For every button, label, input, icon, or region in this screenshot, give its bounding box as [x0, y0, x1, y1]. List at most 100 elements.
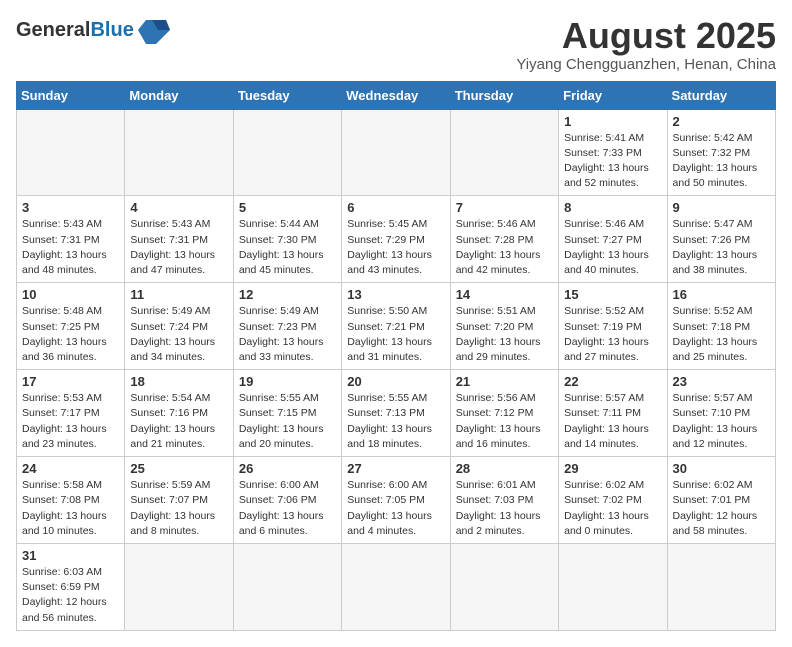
day-number: 17 [22, 374, 119, 389]
calendar-cell-24: 20Sunrise: 5:55 AM Sunset: 7:13 PM Dayli… [342, 370, 450, 457]
day-number: 4 [130, 200, 227, 215]
calendar-cell-41 [667, 543, 775, 630]
day-info: Sunrise: 5:43 AM Sunset: 7:31 PM Dayligh… [130, 217, 227, 278]
day-number: 16 [673, 287, 770, 302]
day-number: 23 [673, 374, 770, 389]
day-number: 5 [239, 200, 336, 215]
calendar-row-1: 3Sunrise: 5:43 AM Sunset: 7:31 PM Daylig… [17, 196, 776, 283]
calendar-cell-8: 4 Sunrise: 5:43 AM Sunset: 7:31 PM Daylig… [125, 196, 233, 283]
day-number: 7 [456, 200, 553, 215]
logo: GeneralBlue [16, 16, 170, 44]
day-number: 9 [673, 200, 770, 215]
day-info: Sunrise: 5:50 AM Sunset: 7:21 PM Dayligh… [347, 304, 444, 365]
calendar-cell-16: 12 Sunrise: 5:49 AM Sunset: 7:23 PM Dayli… [233, 283, 341, 370]
day-info: Sunrise: 5:52 AM Sunset: 7:18 PM Dayligh… [673, 304, 770, 365]
day-number: 26 [239, 461, 336, 476]
day-info: Sunrise: 5:53 AM Sunset: 7:17 PM Dayligh… [22, 391, 119, 452]
day-info: Sunrise: 5:48 AM Sunset: 7:25 PM Dayligh… [22, 304, 119, 365]
calendar-cell-0 [17, 109, 125, 196]
calendar-cell-6: 2 Sunrise: 5:42 AM Sunset: 7:32 PM Daylig… [667, 109, 775, 196]
day-info: Sunrise: 6:00 AM Sunset: 7:05 PM Dayligh… [347, 478, 444, 539]
day-number: 21 [456, 374, 553, 389]
calendar-cell-1 [125, 109, 233, 196]
day-info: Sunrise: 5:52 AM Sunset: 7:19 PM Dayligh… [564, 304, 661, 365]
day-number: 12 [239, 287, 336, 302]
day-number: 2 [673, 114, 770, 129]
day-info: Sunrise: 5:46 AM Sunset: 7:28 PM Dayligh… [456, 217, 553, 278]
weekday-header-thursday: Thursday [450, 81, 558, 109]
day-info: Sunrise: 5:49 AM Sunset: 7:24 PM Dayligh… [130, 304, 227, 365]
calendar-cell-34: 30 Sunrise: 6:02 AM Sunset: 7:01 PM Dayli… [667, 457, 775, 544]
title-block: August 2025 Yiyang Chengguanzhen, Henan,… [516, 16, 776, 73]
day-info: Sunrise: 5:55 AM Sunset: 7:13 PM Dayligh… [347, 391, 444, 452]
calendar-cell-30: 26 Sunrise: 6:00 AM Sunset: 7:06 PM Dayli… [233, 457, 341, 544]
calendar-cell-13: 9 Sunrise: 5:47 AM Sunset: 7:26 PM Daylig… [667, 196, 775, 283]
calendar-cell-22: 18 Sunrise: 5:54 AM Sunset: 7:16 PM Dayli… [125, 370, 233, 457]
calendar-row-5: 31 Sunrise: 6:03 AM Sunset: 6:59 PM Dayli… [17, 543, 776, 630]
calendar-cell-26: 22Sunrise: 5:57 AM Sunset: 7:11 PM Dayli… [559, 370, 667, 457]
day-info: Sunrise: 5:57 AM Sunset: 7:10 PM Dayligh… [673, 391, 770, 452]
calendar-row-4: 24Sunrise: 5:58 AM Sunset: 7:08 PM Dayli… [17, 457, 776, 544]
calendar-cell-36 [125, 543, 233, 630]
day-info: Sunrise: 6:00 AM Sunset: 7:06 PM Dayligh… [239, 478, 336, 539]
weekday-header-wednesday: Wednesday [342, 81, 450, 109]
day-info: Sunrise: 5:45 AM Sunset: 7:29 PM Dayligh… [347, 217, 444, 278]
day-info: Sunrise: 6:02 AM Sunset: 7:01 PM Dayligh… [673, 478, 770, 539]
calendar-cell-25: 21 Sunrise: 5:56 AM Sunset: 7:12 PM Dayli… [450, 370, 558, 457]
day-info: Sunrise: 5:49 AM Sunset: 7:23 PM Dayligh… [239, 304, 336, 365]
logo-icon [138, 16, 170, 44]
calendar-cell-20: 16 Sunrise: 5:52 AM Sunset: 7:18 PM Dayli… [667, 283, 775, 370]
day-number: 25 [130, 461, 227, 476]
calendar-cell-7: 3Sunrise: 5:43 AM Sunset: 7:31 PM Daylig… [17, 196, 125, 283]
weekday-header-saturday: Saturday [667, 81, 775, 109]
weekday-header-sunday: Sunday [17, 81, 125, 109]
day-number: 8 [564, 200, 661, 215]
calendar-cell-10: 6Sunrise: 5:45 AM Sunset: 7:29 PM Daylig… [342, 196, 450, 283]
calendar-cell-9: 5Sunrise: 5:44 AM Sunset: 7:30 PM Daylig… [233, 196, 341, 283]
day-info: Sunrise: 5:51 AM Sunset: 7:20 PM Dayligh… [456, 304, 553, 365]
weekday-header-friday: Friday [559, 81, 667, 109]
day-number: 24 [22, 461, 119, 476]
calendar-cell-39 [450, 543, 558, 630]
day-number: 29 [564, 461, 661, 476]
day-number: 30 [673, 461, 770, 476]
calendar-cell-23: 19Sunrise: 5:55 AM Sunset: 7:15 PM Dayli… [233, 370, 341, 457]
weekday-header-row: SundayMondayTuesdayWednesdayThursdayFrid… [17, 81, 776, 109]
day-info: Sunrise: 5:56 AM Sunset: 7:12 PM Dayligh… [456, 391, 553, 452]
day-info: Sunrise: 5:43 AM Sunset: 7:31 PM Dayligh… [22, 217, 119, 278]
day-number: 31 [22, 548, 119, 563]
calendar-cell-14: 10 Sunrise: 5:48 AM Sunset: 7:25 PM Dayli… [17, 283, 125, 370]
day-number: 10 [22, 287, 119, 302]
calendar-cell-12: 8 Sunrise: 5:46 AM Sunset: 7:27 PM Daylig… [559, 196, 667, 283]
calendar-cell-35: 31 Sunrise: 6:03 AM Sunset: 6:59 PM Dayli… [17, 543, 125, 630]
day-number: 22 [564, 374, 661, 389]
calendar-cell-40 [559, 543, 667, 630]
calendar-cell-18: 14 Sunrise: 5:51 AM Sunset: 7:20 PM Dayli… [450, 283, 558, 370]
calendar-cell-15: 11Sunrise: 5:49 AM Sunset: 7:24 PM Dayli… [125, 283, 233, 370]
location-subtitle: Yiyang Chengguanzhen, Henan, China [516, 56, 776, 73]
calendar-cell-32: 28 Sunrise: 6:01 AM Sunset: 7:03 PM Dayli… [450, 457, 558, 544]
month-title: August 2025 [516, 16, 776, 56]
day-info: Sunrise: 6:01 AM Sunset: 7:03 PM Dayligh… [456, 478, 553, 539]
day-info: Sunrise: 5:46 AM Sunset: 7:27 PM Dayligh… [564, 217, 661, 278]
day-info: Sunrise: 5:42 AM Sunset: 7:32 PM Dayligh… [673, 131, 770, 192]
day-info: Sunrise: 5:54 AM Sunset: 7:16 PM Dayligh… [130, 391, 227, 452]
page-header: GeneralBlue August 2025 Yiyang Chengguan… [16, 16, 776, 73]
calendar-row-2: 10 Sunrise: 5:48 AM Sunset: 7:25 PM Dayli… [17, 283, 776, 370]
calendar-row-0: 1 Sunrise: 5:41 AM Sunset: 7:33 PM Daylig… [17, 109, 776, 196]
day-number: 15 [564, 287, 661, 302]
day-info: Sunrise: 5:47 AM Sunset: 7:26 PM Dayligh… [673, 217, 770, 278]
calendar-cell-28: 24Sunrise: 5:58 AM Sunset: 7:08 PM Dayli… [17, 457, 125, 544]
day-number: 14 [456, 287, 553, 302]
day-number: 18 [130, 374, 227, 389]
calendar-cell-27: 23 Sunrise: 5:57 AM Sunset: 7:10 PM Dayli… [667, 370, 775, 457]
calendar-table: SundayMondayTuesdayWednesdayThursdayFrid… [16, 81, 776, 631]
day-info: Sunrise: 6:03 AM Sunset: 6:59 PM Dayligh… [22, 565, 119, 626]
day-number: 1 [564, 114, 661, 129]
calendar-cell-31: 27Sunrise: 6:00 AM Sunset: 7:05 PM Dayli… [342, 457, 450, 544]
calendar-cell-11: 7 Sunrise: 5:46 AM Sunset: 7:28 PM Daylig… [450, 196, 558, 283]
calendar-cell-21: 17 Sunrise: 5:53 AM Sunset: 7:17 PM Dayli… [17, 370, 125, 457]
calendar-cell-3 [342, 109, 450, 196]
day-number: 28 [456, 461, 553, 476]
day-info: Sunrise: 5:41 AM Sunset: 7:33 PM Dayligh… [564, 131, 661, 192]
